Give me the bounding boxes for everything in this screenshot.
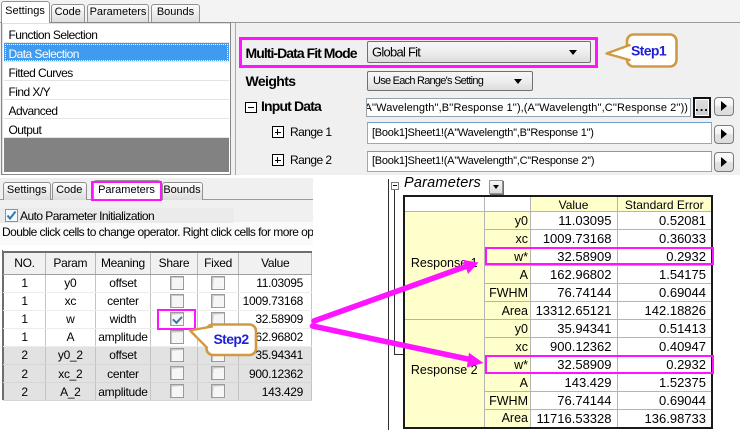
svg-text:Step2: Step2 xyxy=(213,331,249,347)
svg-text:Step1: Step1 xyxy=(631,43,667,59)
